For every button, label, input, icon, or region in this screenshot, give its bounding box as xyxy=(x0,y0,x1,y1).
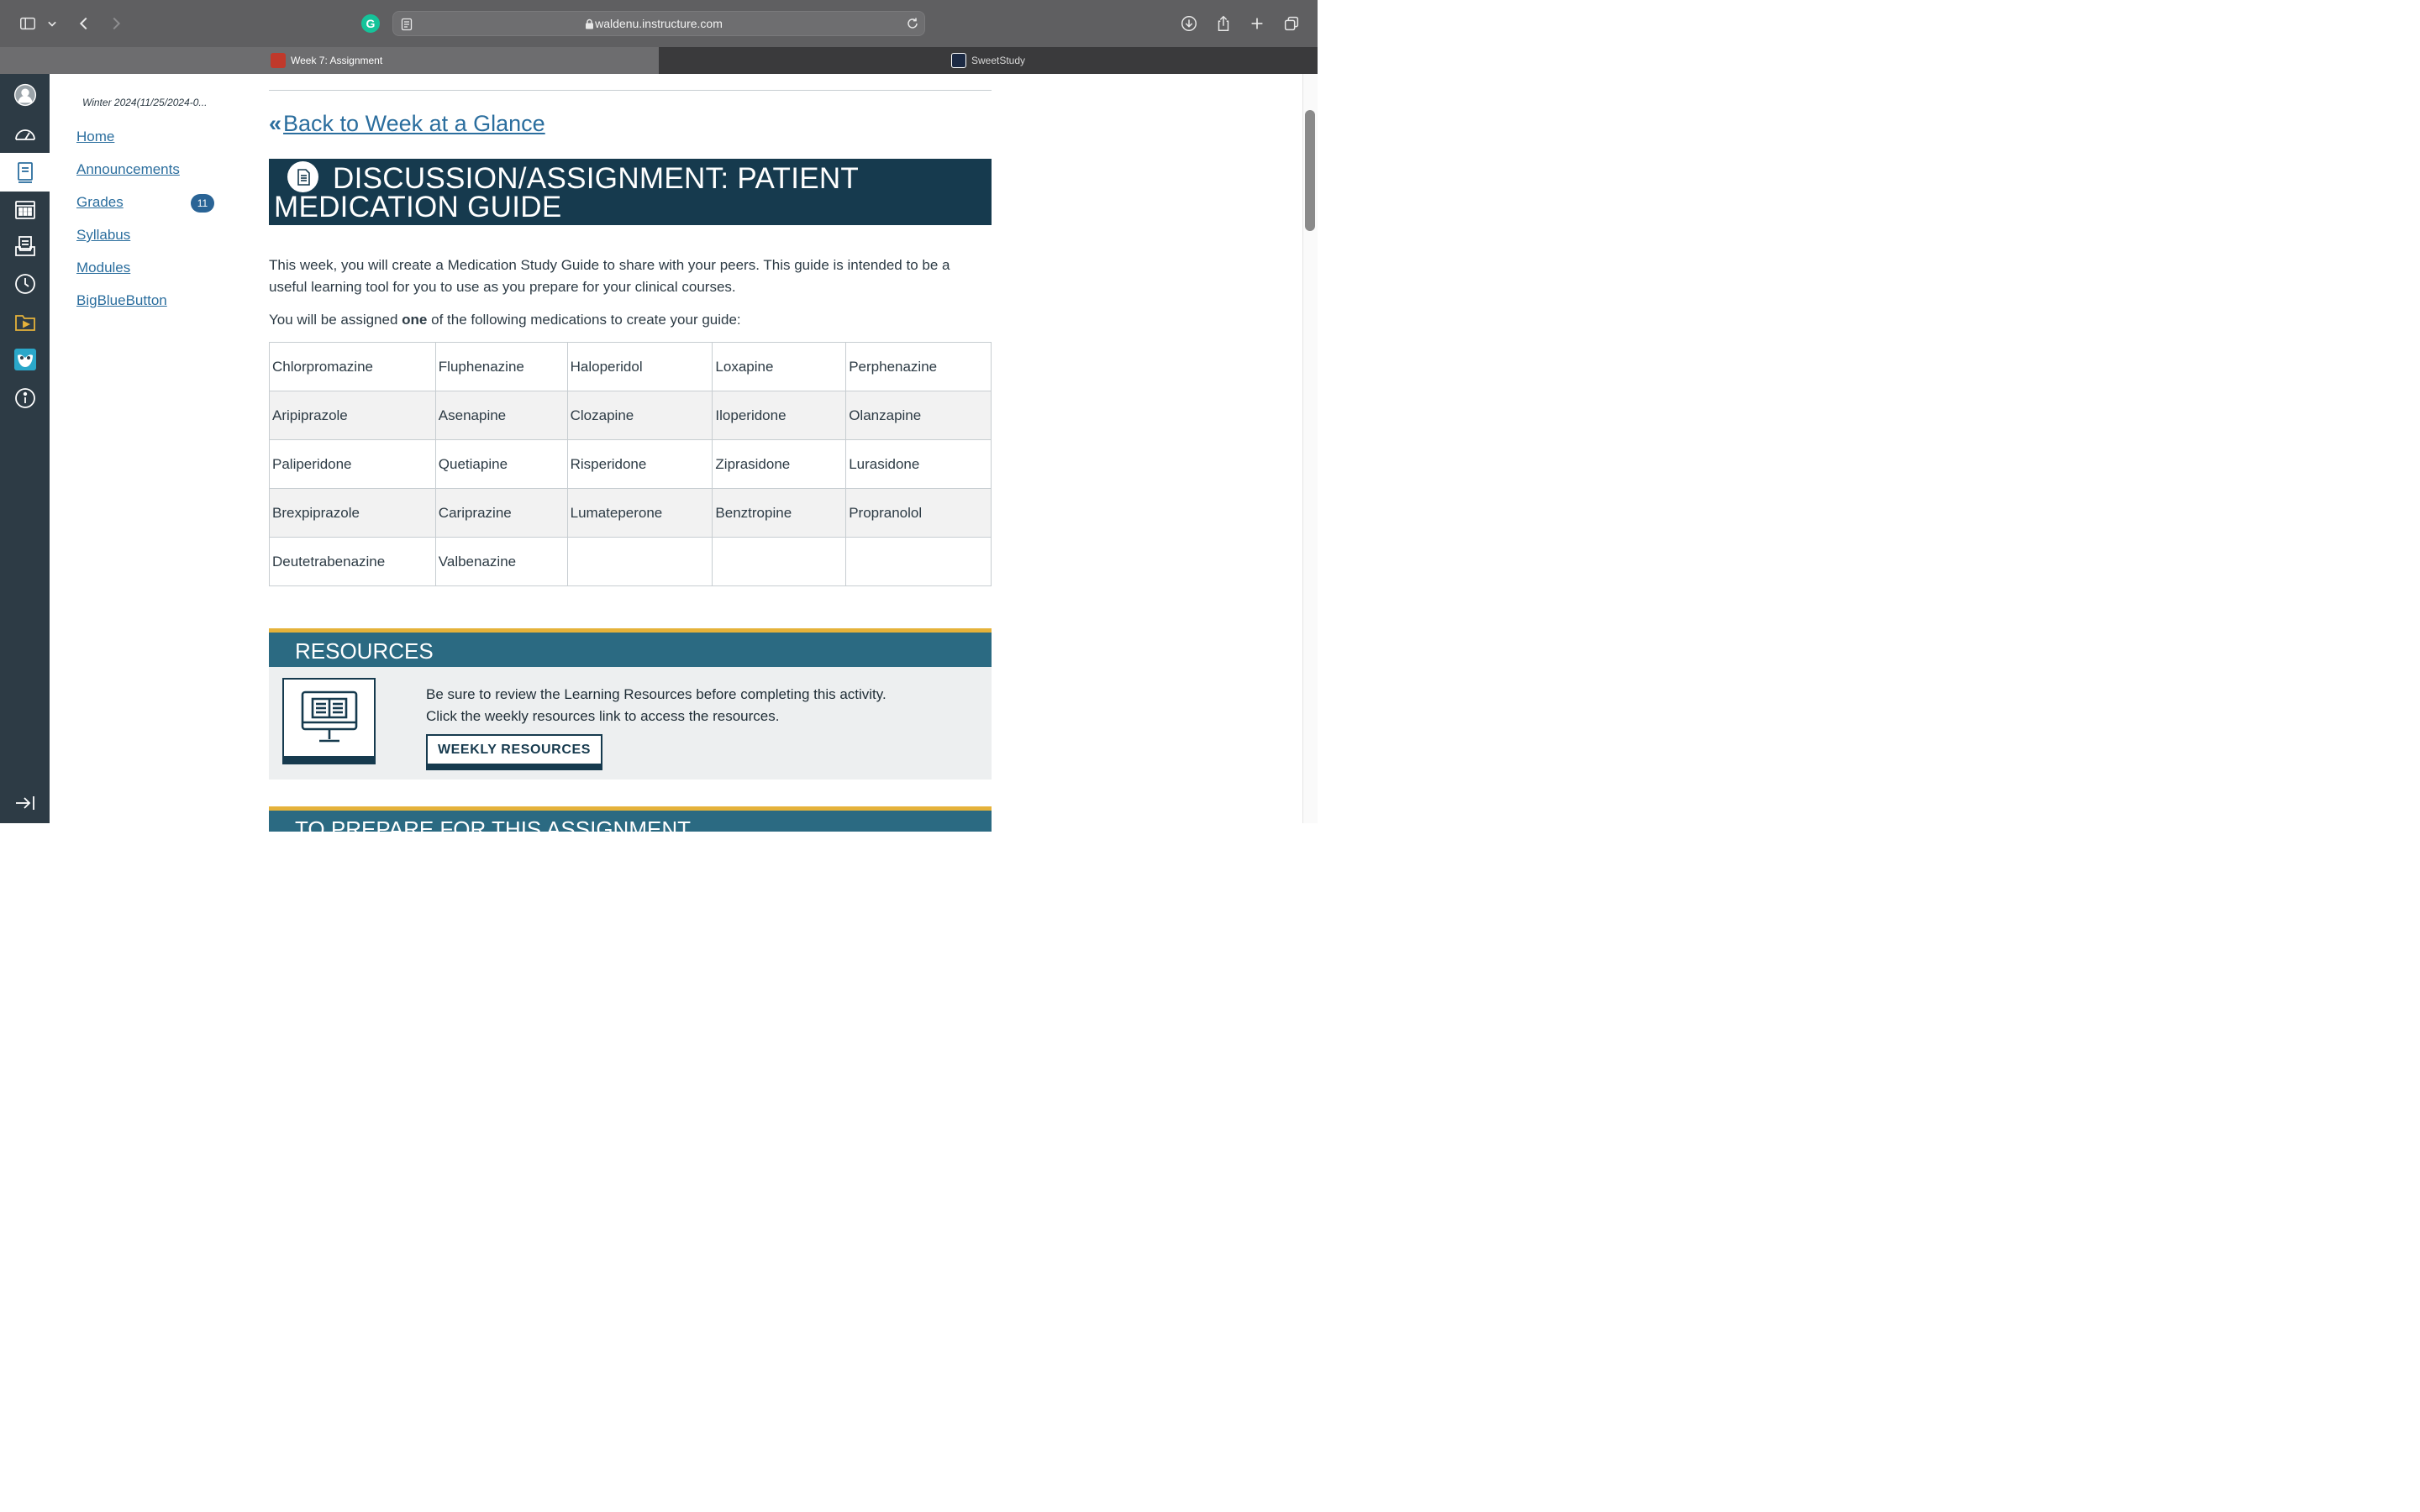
course-nav-bigbluebutton[interactable]: BigBlueButton xyxy=(76,292,167,309)
medication-cell: Clozapine xyxy=(566,391,713,440)
global-nav xyxy=(0,74,50,823)
course-nav-announcements[interactable]: Announcements xyxy=(76,161,180,178)
page-scrollbar-thumb[interactable] xyxy=(1305,110,1315,231)
calendar-icon[interactable] xyxy=(0,191,50,228)
medication-cell: Olanzapine xyxy=(845,391,992,440)
computer-book-icon xyxy=(282,678,376,764)
intro-paragraph: This week, you will create a Medication … xyxy=(269,257,950,295)
medication-cell: Risperidone xyxy=(566,439,713,489)
tab-week7-assignment[interactable]: Week 7: Assignment xyxy=(0,47,659,74)
divider xyxy=(269,90,992,91)
tab-title: SweetStudy xyxy=(971,55,1026,66)
back-to-week-link[interactable]: « Back to Week at a Glance xyxy=(269,111,545,137)
resources-header: RESOURCES xyxy=(269,628,992,667)
browser-toolbar: G waldenu.instructure.com xyxy=(0,0,1318,47)
studio-icon[interactable] xyxy=(0,303,50,340)
medication-table: Chlorpromazine Fluphenazine Haloperidol Lox… xyxy=(269,342,992,586)
collapse-nav-icon[interactable] xyxy=(0,785,50,822)
document-icon xyxy=(287,161,318,192)
resources-line2: Click the weekly resources link to acces… xyxy=(426,708,780,724)
reload-icon[interactable] xyxy=(906,17,919,34)
download-icon[interactable] xyxy=(1177,12,1201,35)
url-text: waldenu.instructure.com xyxy=(595,17,723,30)
medication-cell: Perphenazine xyxy=(845,342,992,391)
help-icon[interactable] xyxy=(0,380,50,417)
prepare-heading: TO PREPARE FOR THIS ASSIGNMENT xyxy=(295,816,691,832)
medication-cell: Brexpiprazole xyxy=(269,488,436,538)
medication-cell xyxy=(845,537,992,586)
medication-cell: Fluphenazine xyxy=(434,342,568,391)
canvas-favicon-icon xyxy=(271,53,286,68)
course-nav: Winter 2024(11/25/2024-0... Home Announc… xyxy=(50,74,251,823)
medication-cell xyxy=(566,537,713,586)
medication-cell: Deutetrabenazine xyxy=(269,537,436,586)
medication-cell xyxy=(712,537,847,586)
tab-title: Week 7: Assignment xyxy=(291,55,383,66)
weekly-resources-button[interactable]: WEEKLY RESOURCES xyxy=(426,734,602,770)
table-row: Aripiprazole Asenapine Clozapine Iloperidon… xyxy=(269,391,992,440)
table-row: Chlorpromazine Fluphenazine Haloperidol Lox… xyxy=(269,342,992,391)
sidebar-toggle-icon[interactable] xyxy=(16,12,39,35)
medication-cell: Loxapine xyxy=(712,342,847,391)
tab-sweetstudy[interactable]: SweetStudy xyxy=(659,47,1318,74)
medication-cell: Paliperidone xyxy=(269,439,436,489)
dashboard-icon[interactable] xyxy=(0,116,50,153)
instruction-text: You will be assigned xyxy=(269,312,402,328)
medication-cell: Iloperidone xyxy=(712,391,847,440)
back-arrow-icon[interactable] xyxy=(72,12,96,35)
resources-panel: Be sure to review the Learning Resources… xyxy=(269,667,992,780)
instruction-text: of the following medications to create y… xyxy=(427,312,741,328)
share-icon[interactable] xyxy=(1212,12,1235,35)
chevron-down-icon[interactable] xyxy=(44,12,60,35)
resources-text: Be sure to review the Learning Resources… xyxy=(426,684,886,727)
sweetstudy-favicon-icon xyxy=(950,53,966,68)
medication-cell: Lurasidone xyxy=(845,439,992,489)
forward-arrow-icon[interactable] xyxy=(104,12,128,35)
medication-cell: Cariprazine xyxy=(434,488,568,538)
medication-cell: Propranolol xyxy=(845,488,992,538)
table-row: Paliperidone Quetiapine Risperidone Ziprasi… xyxy=(269,439,992,489)
grammarly-icon[interactable]: G xyxy=(361,14,380,33)
tab-strip: Week 7: Assignment SweetStudy xyxy=(0,47,1318,74)
inbox-icon[interactable] xyxy=(0,228,50,265)
table-row: Brexpiprazole Cariprazine Lumateperone Benz… xyxy=(269,488,992,538)
resources-heading: RESOURCES xyxy=(295,638,434,664)
medication-cell: Asenapine xyxy=(434,391,568,440)
medication-cell: Quetiapine xyxy=(434,439,568,489)
assignment-content: « Back to Week at a Glance DISCUSSION/AS… xyxy=(269,74,992,832)
history-icon[interactable] xyxy=(0,265,50,302)
medication-cell: Lumateperone xyxy=(566,488,713,538)
medication-cell: Chlorpromazine xyxy=(269,342,436,391)
tab-overview-icon[interactable] xyxy=(1280,12,1303,35)
grades-count-badge: 11 xyxy=(191,194,214,213)
prepare-assignment-header: TO PREPARE FOR THIS ASSIGNMENT xyxy=(269,806,992,832)
course-term-label: Winter 2024(11/25/2024-0... xyxy=(82,97,208,108)
table-row: Deutetrabenazine Valbenazine xyxy=(269,537,992,586)
medication-cell: Benztropine xyxy=(712,488,847,538)
back-link-label: Back to Week at a Glance xyxy=(283,111,545,136)
address-bar[interactable]: waldenu.instructure.com xyxy=(392,11,925,36)
double-chevron-left-icon: « xyxy=(269,111,282,136)
owl-icon[interactable] xyxy=(0,341,50,378)
course-nav-home[interactable]: Home xyxy=(76,129,114,145)
medication-cell: Ziprasidone xyxy=(712,439,847,489)
account-avatar-icon[interactable] xyxy=(0,76,50,114)
course-nav-grades[interactable]: Grades xyxy=(76,194,124,211)
resources-line1: Be sure to review the Learning Resources… xyxy=(426,686,886,702)
medication-cell: Haloperidol xyxy=(566,342,713,391)
medication-cell: Aripiprazole xyxy=(269,391,436,440)
courses-icon[interactable] xyxy=(0,153,50,192)
assignment-title-banner: DISCUSSION/ASSIGNMENT: PATIENT MEDICATIO… xyxy=(269,159,992,225)
assignment-instructions: You will be assigned one of the followin… xyxy=(269,309,992,331)
page-title-line2: MEDICATION GUIDE xyxy=(274,191,562,223)
instruction-emphasis: one xyxy=(402,312,428,328)
new-tab-icon[interactable] xyxy=(1245,12,1269,35)
course-nav-syllabus[interactable]: Syllabus xyxy=(76,227,130,244)
medication-cell: Valbenazine xyxy=(434,537,568,586)
course-nav-modules[interactable]: Modules xyxy=(76,260,130,276)
